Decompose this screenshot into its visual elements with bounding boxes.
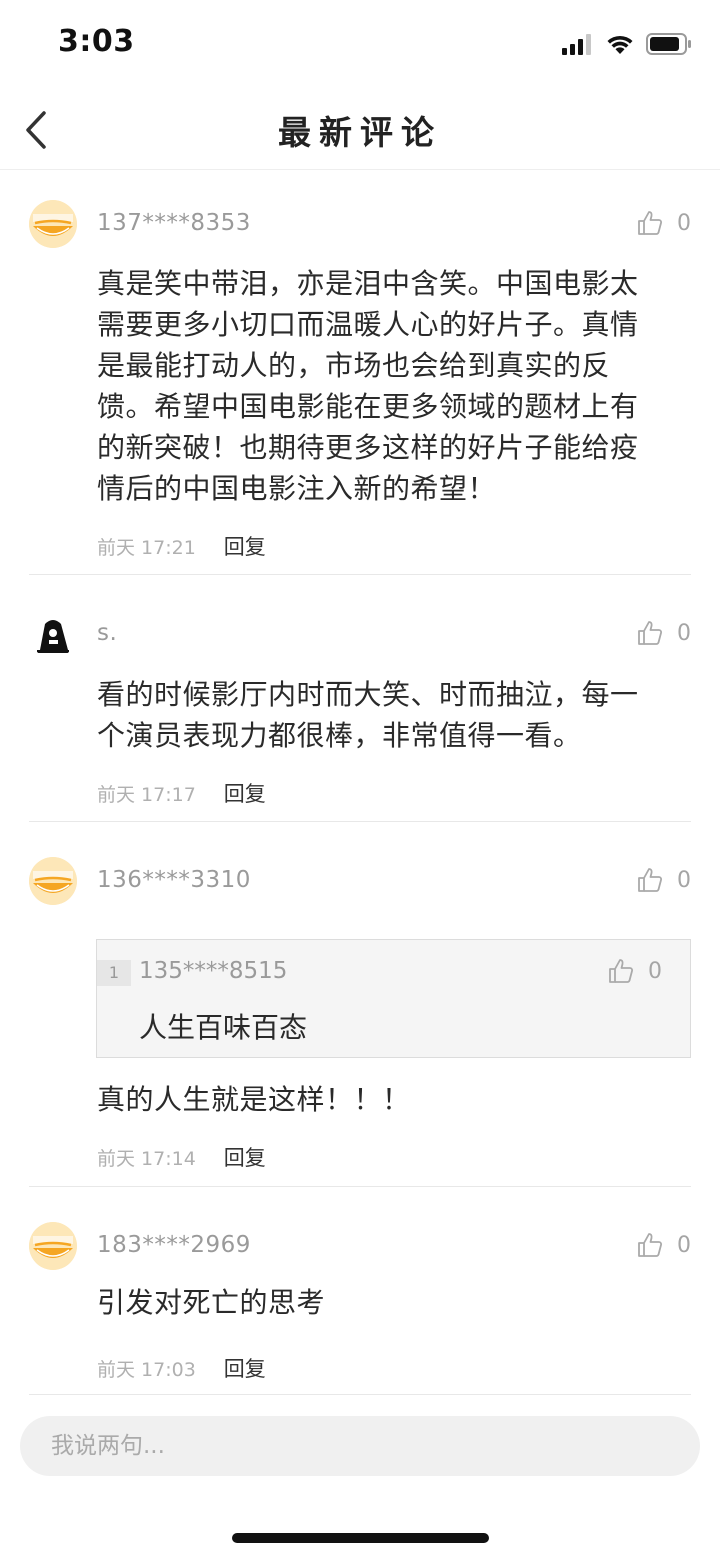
home-indicator[interactable] [232, 1533, 489, 1543]
comment-username[interactable]: s. [97, 620, 117, 646]
quoted-comment[interactable]: 1 135****8515 0 人生百味百态 [96, 939, 691, 1058]
comment-content: 看的时候影厅内时而大笑、时而抽泣，每一个演员表现力都很棒，非常值得一看。 [97, 678, 639, 752]
comment-meta: 前天 17:14 回复 [97, 1142, 266, 1172]
comment-content: 引发对死亡的思考 [97, 1286, 326, 1319]
comment-timestamp: 前天 17:03 [97, 1358, 196, 1381]
comment-input-bar [0, 1396, 720, 1494]
like-count: 0 [677, 210, 691, 236]
status-icons [562, 30, 692, 58]
quote-text: 人生百味百态 [139, 1011, 308, 1044]
comment-timestamp: 前天 17:21 [97, 536, 196, 559]
the-hour-news-logo [29, 200, 77, 248]
comment-input[interactable] [20, 1416, 700, 1476]
nav-bar: 最新评论 [0, 88, 720, 170]
avatar[interactable] [29, 1222, 77, 1270]
comment-item: 183****2969 0 引发对死亡的思考 前天 17:03 回复 [29, 1187, 691, 1395]
comment-meta: 前天 17:03 回复 [97, 1353, 266, 1383]
like-count: 0 [677, 620, 691, 646]
comment-item: 137****8353 0 真是笑中带泪，亦是泪中含笑。中国电影太需要更多小切口… [29, 170, 691, 575]
avatar[interactable] [29, 610, 77, 658]
thumbs-up-icon [638, 211, 663, 235]
page-title: 最新评论 [278, 113, 442, 152]
thumbs-up-icon [638, 1233, 663, 1257]
wifi-icon [607, 35, 633, 54]
quote-username[interactable]: 135****8515 [139, 958, 287, 984]
comment-list[interactable]: 137****8353 0 真是笑中带泪，亦是泪中含笑。中国电影太需要更多小切口… [0, 170, 720, 1396]
like-button[interactable]: 0 [637, 867, 691, 893]
comment-meta: 前天 17:17 回复 [97, 778, 266, 808]
comment-content: 真是笑中带泪，亦是泪中含笑。中国电影太需要更多小切口而温暖人心的好片子。真情是最… [97, 267, 639, 505]
thumbs-up-icon [638, 868, 663, 892]
thumbs-up-icon [638, 621, 663, 645]
like-button[interactable]: 0 [637, 1232, 691, 1258]
avatar[interactable] [29, 857, 77, 905]
the-hour-news-logo [29, 857, 77, 905]
status-bar: 3:03 [0, 0, 720, 88]
status-time: 3:03 [58, 24, 135, 59]
reply-button[interactable]: 回复 [224, 1142, 266, 1172]
black-character-avatar [37, 620, 69, 653]
thumbs-up-icon [609, 959, 634, 983]
comment-username[interactable]: 137****8353 [97, 210, 251, 236]
like-count: 0 [677, 1232, 691, 1258]
like-button[interactable]: 0 [637, 620, 691, 646]
cellular-signal-icon [562, 34, 591, 55]
comment-item: s. 0 看的时候影厅内时而大笑、时而抽泣，每一个演员表现力都很棒，非常值得一看… [29, 575, 691, 822]
comment-timestamp: 前天 17:17 [97, 783, 196, 806]
reply-button[interactable]: 回复 [224, 778, 266, 808]
comment-username[interactable]: 183****2969 [97, 1232, 251, 1258]
reply-button[interactable]: 回复 [224, 1353, 266, 1383]
battery-icon [646, 33, 691, 55]
comment-item: 136****3310 0 1 135****8515 0 人生百味百态 真的人… [29, 822, 691, 1187]
comment-meta: 前天 17:21 回复 [97, 531, 266, 561]
quote-index-badge: 1 [97, 960, 131, 986]
like-count: 0 [677, 867, 691, 893]
avatar[interactable] [29, 200, 77, 248]
comment-content: 真的人生就是这样！！！ [97, 1083, 411, 1116]
like-button[interactable]: 0 [637, 210, 691, 236]
reply-button[interactable]: 回复 [224, 531, 266, 561]
comment-username[interactable]: 136****3310 [97, 867, 251, 893]
the-hour-news-logo [29, 1222, 77, 1270]
quote-like-button[interactable]: 0 [608, 958, 662, 984]
like-count: 0 [648, 958, 662, 984]
comment-timestamp: 前天 17:14 [97, 1147, 196, 1170]
